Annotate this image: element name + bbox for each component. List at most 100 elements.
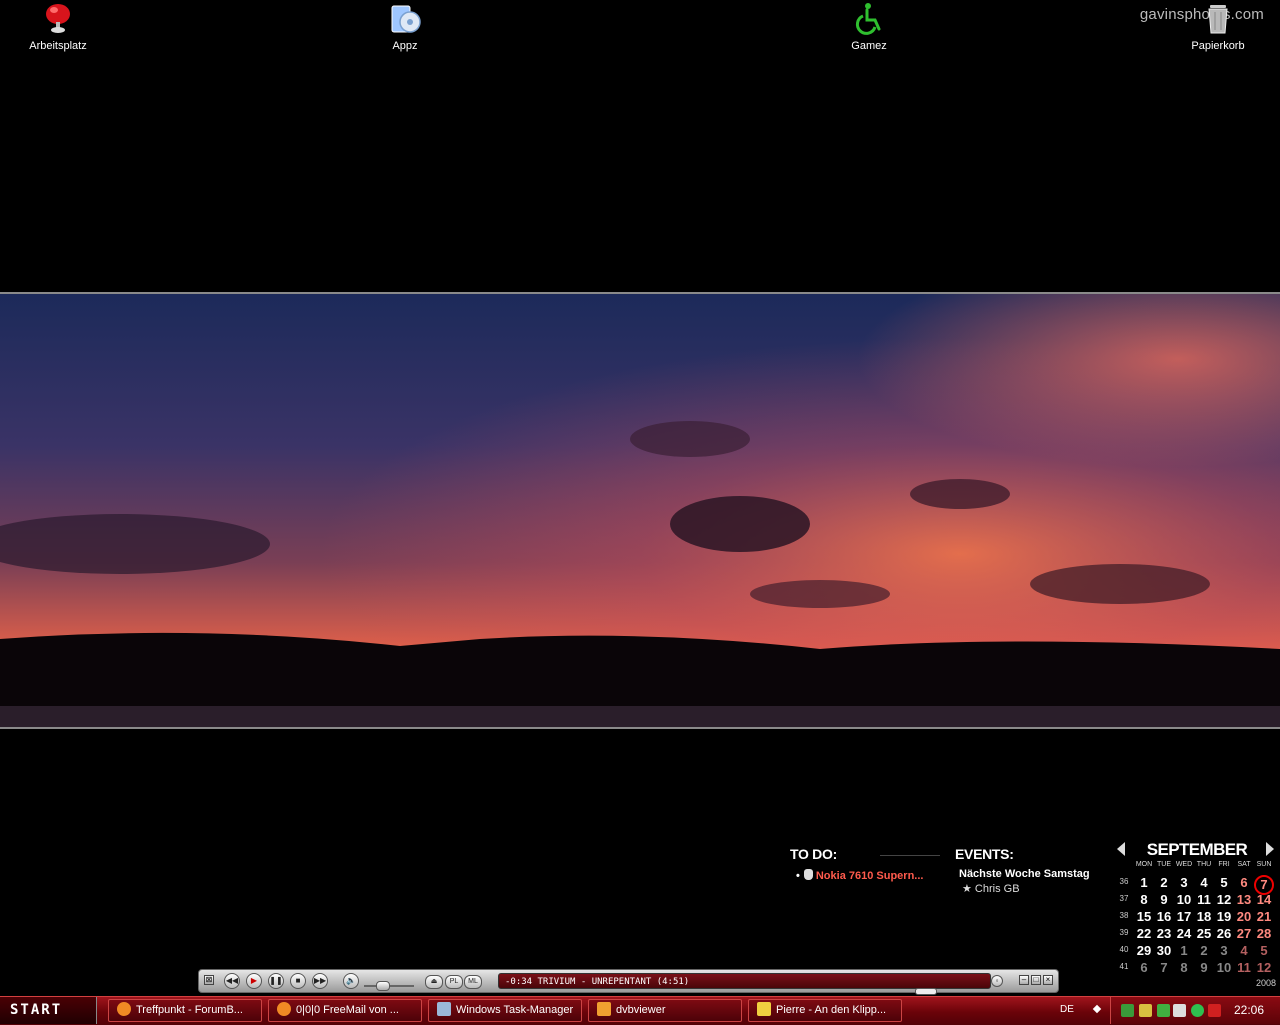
pause-button[interactable]: ❚❚ (268, 973, 284, 989)
calendar-day[interactable]: 12 (1214, 892, 1234, 907)
calendar-day[interactable]: 29 (1134, 943, 1154, 958)
wheelchair-icon (853, 2, 885, 36)
play-button[interactable]: ▶ (246, 973, 262, 989)
calendar-day[interactable]: 15 (1134, 909, 1154, 924)
week-number: 39 (1119, 928, 1129, 937)
player-menu-icon[interactable]: ⊠ (204, 975, 214, 985)
close-player-button[interactable]: × (1043, 975, 1053, 985)
week-number: 37 (1119, 894, 1129, 903)
taskbar-item-treffpunkt[interactable]: Treffpunkt - ForumB... (108, 999, 262, 1022)
calendar-day[interactable]: 21 (1254, 909, 1274, 924)
calendar-day[interactable]: 1 (1134, 875, 1154, 890)
calendar-day[interactable]: 4 (1194, 875, 1214, 890)
zone-alarm-icon[interactable] (1173, 1004, 1186, 1017)
calendar-day[interactable]: 23 (1154, 926, 1174, 941)
calendar-day[interactable]: 10 (1174, 892, 1194, 907)
calendar-year: 2008 (1255, 978, 1276, 988)
folder-icon (757, 1002, 771, 1016)
calendar-day[interactable]: 3 (1174, 875, 1194, 890)
taskbar-item-freemail[interactable]: 0|0|0 FreeMail von ... (268, 999, 422, 1022)
calendar-day[interactable]: 26 (1214, 926, 1234, 941)
prev-button[interactable]: ◀◀ (224, 973, 240, 989)
calendar-day[interactable]: 10 (1214, 960, 1234, 975)
calendar-day[interactable]: 12 (1254, 960, 1274, 975)
shade-player-button[interactable]: □ (1031, 975, 1041, 985)
calendar-day[interactable]: 5 (1254, 943, 1274, 958)
calendar-day[interactable]: 24 (1174, 926, 1194, 941)
calendar-day[interactable]: 8 (1134, 892, 1154, 907)
taskbar-item-label: 0|0|0 FreeMail von ... (296, 1004, 399, 1016)
calendar-day[interactable]: 27 (1234, 926, 1254, 941)
calendar-day[interactable]: 16 (1154, 909, 1174, 924)
pen-tool-icon[interactable] (1139, 1004, 1152, 1017)
language-indicator[interactable]: DE (1060, 1002, 1080, 1018)
desktop-icon-gamez[interactable]: Gamez (824, 2, 914, 52)
track-display[interactable]: -0:34 TRIVIUM - UNREPENTANT (4:51) (498, 973, 991, 989)
calendar-day[interactable]: 19 (1214, 909, 1234, 924)
calendar-day[interactable]: 9 (1154, 892, 1174, 907)
taskbar-item-pierre[interactable]: Pierre - An den Klipp... (748, 999, 902, 1022)
update-icon[interactable] (1191, 1004, 1204, 1017)
player-options-icon[interactable]: ◦ (991, 975, 1003, 987)
calendar-day[interactable]: 5 (1214, 875, 1234, 890)
network-icon[interactable] (1121, 1004, 1134, 1017)
taskbar-item-label: Pierre - An den Klipp... (776, 1004, 887, 1016)
taskbar-item-label: Windows Task-Manager (456, 1004, 574, 1016)
clock[interactable]: 22:06 (1234, 1003, 1264, 1017)
todo-title: TO DO: (790, 846, 837, 862)
calendar-day[interactable]: 20 (1234, 909, 1254, 924)
event-title[interactable]: Nächste Woche Samstag (959, 868, 1090, 880)
calendar-day[interactable]: 6 (1234, 875, 1254, 890)
taskbar-item-dvbviewer[interactable]: dvbviewer (588, 999, 742, 1022)
next-button[interactable]: ▶▶ (312, 973, 328, 989)
wallpaper-panorama (0, 292, 1280, 729)
seek-slider-knob[interactable] (915, 988, 937, 995)
calendar-day[interactable]: 30 (1154, 943, 1174, 958)
calendar-day[interactable]: 7 (1154, 960, 1174, 975)
media-library-button[interactable]: ML (464, 975, 482, 989)
calendar-day[interactable]: 11 (1194, 892, 1214, 907)
playlist-button[interactable]: PL (445, 975, 463, 989)
taskbar-item-task-manager[interactable]: Windows Task-Manager (428, 999, 582, 1022)
calendar-day[interactable]: 13 (1234, 892, 1254, 907)
antivirus-shield-icon[interactable] (1208, 1004, 1221, 1017)
task-manager-icon (437, 1002, 451, 1016)
system-tray: 22:06 (1110, 997, 1280, 1024)
volume-icon[interactable]: 🔈 (343, 973, 359, 989)
calendar-day[interactable]: 11 (1234, 960, 1254, 975)
desktop-icon-papierkorb[interactable]: Papierkorb (1173, 2, 1263, 52)
calendar-day[interactable]: 25 (1194, 926, 1214, 941)
next-month-arrow-icon[interactable] (1266, 842, 1274, 856)
weekday-header: SAT (1237, 861, 1251, 868)
calendar-day[interactable]: 17 (1174, 909, 1194, 924)
weekday-header: SUN (1256, 861, 1272, 868)
calendar-day[interactable]: 4 (1234, 943, 1254, 958)
calendar-day[interactable]: 28 (1254, 926, 1274, 941)
desktop-icon-label: Appz (392, 40, 418, 52)
volume-slider-knob[interactable] (376, 981, 390, 991)
minimize-player-button[interactable]: – (1019, 975, 1029, 985)
stop-button[interactable]: ■ (290, 973, 306, 989)
tray-expand-icon[interactable] (1092, 1004, 1102, 1014)
desktop-icon-appz[interactable]: Appz (360, 2, 450, 52)
weekday-header: WED (1175, 861, 1193, 868)
calendar-widget: SEPTEMBER MON TUE WED THU FRI SAT SUN 36 1 2 3 4 5 6 7… (1114, 838, 1280, 998)
week-number: 40 (1119, 945, 1129, 954)
calendar-day[interactable]: 2 (1154, 875, 1174, 890)
calendar-day[interactable]: 8 (1174, 960, 1194, 975)
green-app-icon[interactable] (1157, 1004, 1170, 1017)
todo-item[interactable]: • Nokia 7610 Supern... (796, 869, 923, 882)
desktop-icon-arbeitsplatz[interactable]: Arbeitsplatz (13, 2, 103, 52)
calendar-day[interactable]: 1 (1174, 943, 1194, 958)
calendar-day[interactable]: 2 (1194, 943, 1214, 958)
calendar-day[interactable]: 3 (1214, 943, 1234, 958)
start-button[interactable]: START (0, 997, 97, 1024)
taskbar: START Treffpunkt - ForumB... 0|0|0 FreeM… (0, 996, 1280, 1025)
calendar-day[interactable]: 14 (1254, 892, 1274, 907)
sunset-image (0, 294, 1280, 727)
calendar-day[interactable]: 6 (1134, 960, 1154, 975)
calendar-day[interactable]: 18 (1194, 909, 1214, 924)
calendar-day[interactable]: 22 (1134, 926, 1154, 941)
eject-button[interactable]: ⏏ (425, 975, 443, 989)
calendar-day[interactable]: 9 (1194, 960, 1214, 975)
